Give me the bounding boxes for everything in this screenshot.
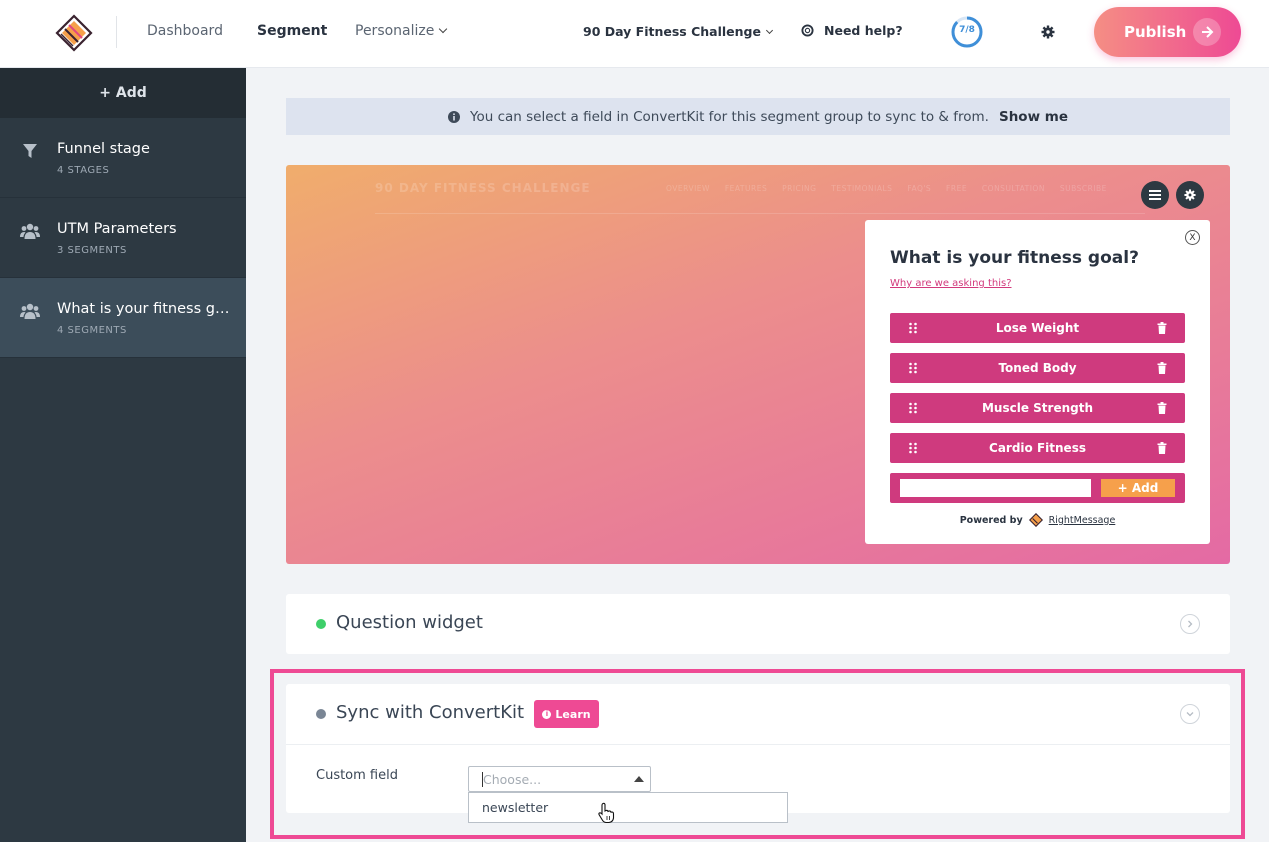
drag-handle-icon[interactable]	[908, 402, 918, 414]
sidebar-item-subtitle: 4 STAGES	[57, 165, 110, 176]
nav-personalize-label: Personalize	[355, 23, 435, 39]
gear-icon[interactable]	[1041, 25, 1055, 39]
info-icon	[448, 110, 461, 123]
widget-title: What is your fitness goal?	[890, 248, 1139, 268]
chevron-down-icon	[765, 26, 774, 35]
info-text: You can select a field in ConvertKit for…	[470, 108, 989, 125]
sidebar-item-subtitle: 4 SEGMENTS	[57, 325, 127, 336]
nav-dashboard[interactable]: Dashboard	[147, 23, 223, 39]
highlight-frame	[270, 669, 1245, 839]
powered-by-label: Powered by	[959, 514, 1023, 526]
progress-label: 7/8	[959, 25, 975, 35]
sidebar-item-title: UTM Parameters	[57, 221, 177, 237]
preview-site-title: 90 DAY FITNESS CHALLENGE	[375, 181, 591, 195]
new-option-input[interactable]	[900, 479, 1091, 497]
powered-by: Powered by RightMessage	[865, 513, 1210, 527]
option-label: Lose Weight	[995, 321, 1080, 335]
site-preview: 90 DAY FITNESS CHALLENGE OVERVIEW FEATUR…	[286, 165, 1230, 564]
drag-handle-icon[interactable]	[908, 362, 918, 374]
hamburger-icon	[1149, 190, 1161, 200]
option-label: Toned Body	[998, 361, 1077, 375]
users-icon	[20, 223, 40, 239]
question-widget-panel[interactable]: Question widget	[286, 594, 1230, 654]
status-dot	[316, 619, 326, 629]
trash-icon[interactable]	[1157, 362, 1167, 374]
sidebar-item-subtitle: 3 SEGMENTS	[57, 245, 127, 256]
preview-divider	[375, 213, 1145, 214]
close-icon[interactable]: X	[1185, 230, 1200, 245]
filter-icon	[23, 144, 37, 158]
drag-handle-icon[interactable]	[908, 442, 918, 454]
info-banner: You can select a field in ConvertKit for…	[286, 98, 1230, 135]
add-option-button[interactable]: + Add	[1101, 479, 1175, 497]
preview-site-nav: OVERVIEW FEATURES PRICING TESTIMONIALS F…	[666, 184, 1107, 193]
widget-option[interactable]: Muscle Strength	[890, 393, 1185, 423]
help-label: Need help?	[824, 23, 903, 38]
publish-label: Publish	[1124, 23, 1187, 41]
chevron-down-icon	[439, 24, 448, 34]
sidebar-item-funnel-stage[interactable]: Funnel stage 4 STAGES	[0, 118, 246, 198]
sidebar-item-title: Funnel stage	[57, 141, 150, 157]
sidebar: + Add Funnel stage 4 STAGES UTM Paramete…	[0, 68, 246, 842]
rightmessage-logo-icon[interactable]	[55, 14, 93, 52]
rightmessage-link[interactable]: RightMessage	[1049, 515, 1116, 526]
widget-settings-button[interactable]	[1176, 181, 1204, 209]
add-segment-group-button[interactable]: + Add	[0, 68, 246, 118]
lifebuoy-icon	[801, 24, 814, 37]
trash-icon[interactable]	[1157, 402, 1167, 414]
add-option-row: + Add	[890, 473, 1185, 503]
arrow-right-icon	[1193, 18, 1221, 46]
sidebar-item-title: What is your fitness go...	[57, 301, 232, 317]
users-icon	[20, 303, 40, 319]
nav-personalize[interactable]: Personalize	[355, 23, 448, 39]
panel-title: Question widget	[336, 612, 483, 633]
sidebar-item-utm-parameters[interactable]: UTM Parameters 3 SEGMENTS	[0, 198, 246, 278]
nav-divider	[116, 16, 117, 48]
gear-icon	[1184, 189, 1196, 201]
why-asking-link[interactable]: Why are we asking this?	[890, 278, 1012, 289]
publish-button[interactable]: Publish	[1094, 7, 1241, 57]
project-name: 90 Day Fitness Challenge	[583, 24, 761, 39]
widget-option[interactable]: Cardio Fitness	[890, 433, 1185, 463]
trash-icon[interactable]	[1157, 322, 1167, 334]
drag-handle-icon[interactable]	[908, 322, 918, 334]
rightmessage-logo-icon	[1028, 513, 1043, 527]
option-label: Muscle Strength	[981, 401, 1094, 415]
sidebar-item-fitness-goal[interactable]: What is your fitness go... 4 SEGMENTS	[0, 278, 246, 358]
question-widget: X What is your fitness goal? Why are we …	[865, 220, 1210, 544]
show-me-link[interactable]: Show me	[999, 109, 1068, 125]
menu-button[interactable]	[1141, 181, 1169, 209]
widget-option[interactable]: Lose Weight	[890, 313, 1185, 343]
option-label: Cardio Fitness	[989, 441, 1086, 455]
widget-option[interactable]: Toned Body	[890, 353, 1185, 383]
project-selector[interactable]: 90 Day Fitness Challenge	[583, 24, 774, 39]
top-navbar: Dashboard Segment Personalize 90 Day Fit…	[0, 0, 1269, 68]
help-link[interactable]: Need help?	[801, 23, 903, 38]
trash-icon[interactable]	[1157, 442, 1167, 454]
nav-segment[interactable]: Segment	[257, 23, 327, 39]
chevron-right-icon[interactable]	[1180, 614, 1200, 634]
